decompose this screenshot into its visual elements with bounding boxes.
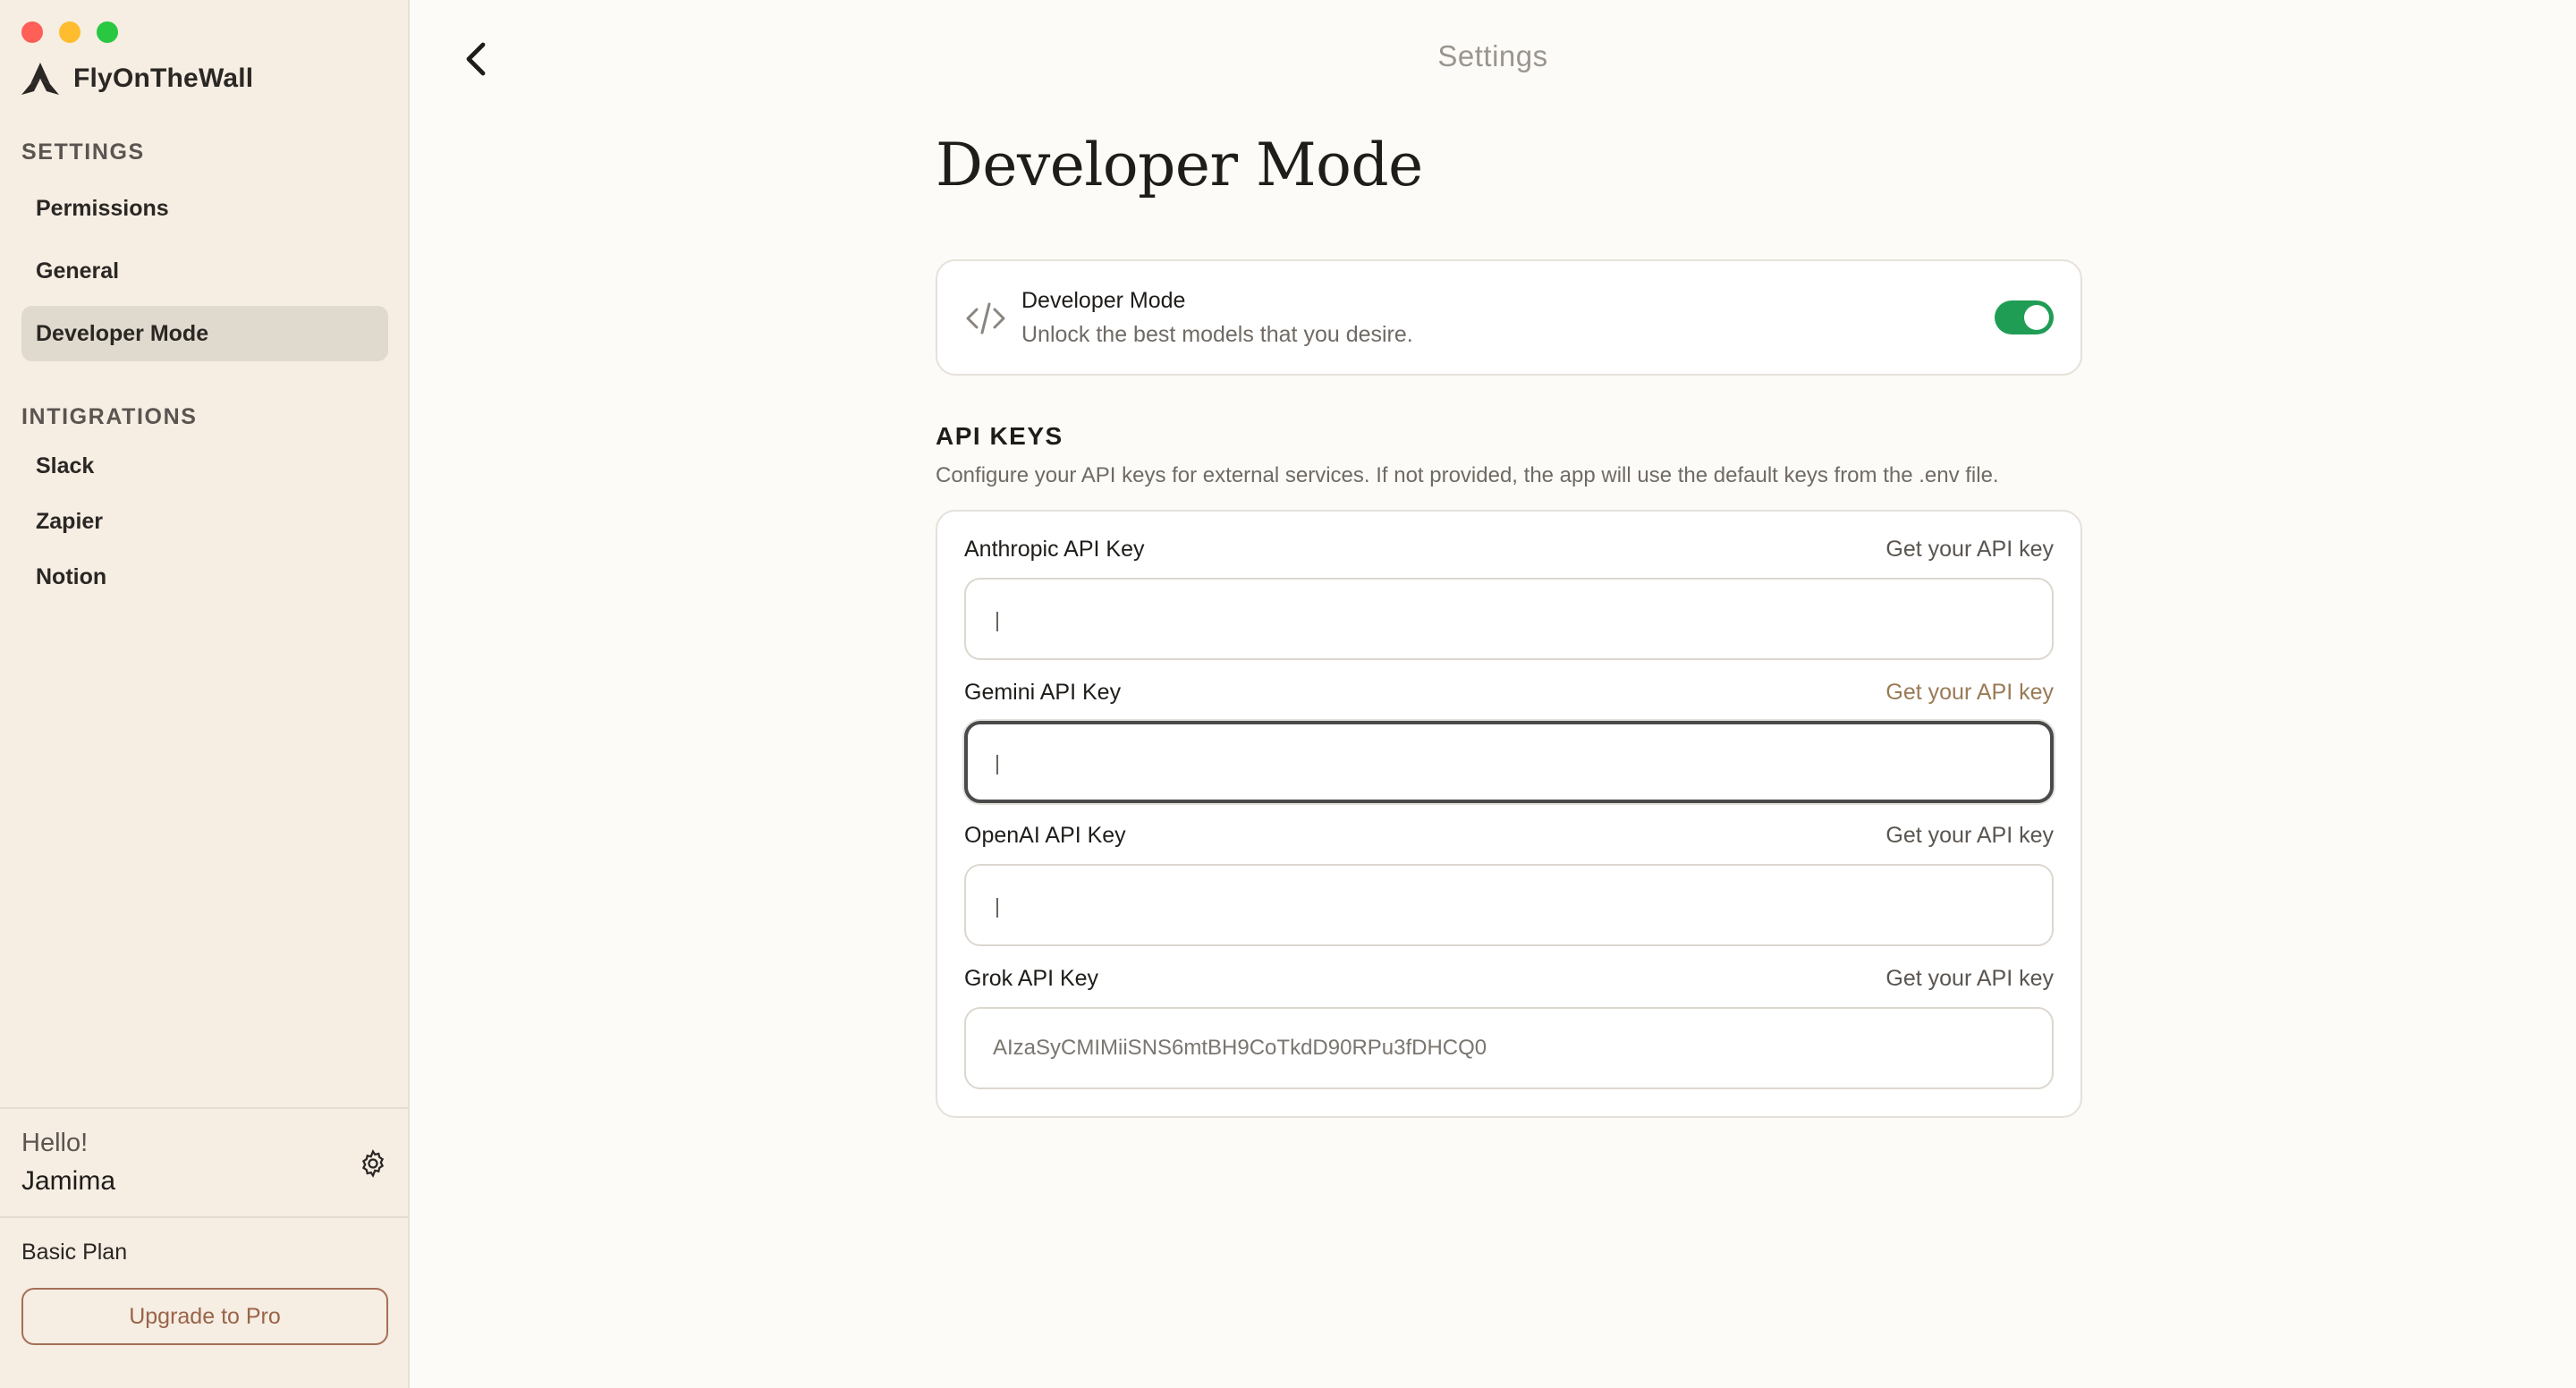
sidebar-item-notion[interactable]: Notion: [21, 549, 388, 605]
gear-icon[interactable]: [358, 1148, 388, 1179]
text-caret: [996, 898, 998, 918]
plan-label: Basic Plan: [21, 1240, 128, 1265]
sidebar-item-general[interactable]: General: [21, 243, 388, 299]
gemini-key-input[interactable]: [964, 721, 2054, 803]
grok-get-key-link[interactable]: Get your API key: [1885, 966, 2054, 992]
developer-mode-toggle[interactable]: [1995, 300, 2054, 334]
gemini-key-label: Gemini API Key: [964, 680, 1122, 705]
settings-section-label: SETTINGS: [21, 140, 145, 165]
brand: FlyOnTheWall: [20, 61, 253, 97]
window-controls: [21, 21, 118, 43]
api-keys-card: Anthropic API Key Get your API key Gemin…: [936, 510, 2082, 1118]
sidebar-item-slack[interactable]: Slack: [21, 438, 388, 494]
window-minimize-button[interactable]: [59, 21, 80, 43]
api-keys-heading: API KEYS: [936, 422, 1063, 450]
sidebar-item-zapier[interactable]: Zapier: [21, 494, 388, 549]
page-title: Developer Mode: [936, 131, 1423, 199]
window-maximize-button[interactable]: [97, 21, 118, 43]
app-window: FlyOnTheWall SETTINGS Permissions Genera…: [0, 0, 2576, 1388]
anthropic-key-input[interactable]: [964, 578, 2054, 660]
grok-key-label: Grok API Key: [964, 966, 1099, 991]
developer-mode-subtitle: Unlock the best models that you desire.: [1021, 322, 1413, 347]
developer-mode-card: Developer Mode Unlock the best models th…: [936, 259, 2082, 376]
api-keys-description: Configure your API keys for external ser…: [936, 463, 1999, 487]
sidebar-item-permissions[interactable]: Permissions: [21, 181, 388, 236]
openai-key-label: OpenAI API Key: [964, 823, 1126, 848]
openai-key-input[interactable]: [964, 864, 2054, 946]
grok-key-value: AIzaSyCMIMiiSNS6mtBH9CoTkdD90RPu3fDHCQ0: [993, 1036, 1487, 1060]
user-greeting: Hello!: [21, 1129, 89, 1157]
window-close-button[interactable]: [21, 21, 43, 43]
upgrade-button[interactable]: Upgrade to Pro: [21, 1288, 388, 1345]
anthropic-get-key-link[interactable]: Get your API key: [1885, 537, 2054, 563]
code-icon: [966, 302, 1005, 334]
user-name: Jamima: [21, 1166, 116, 1196]
anthropic-key-label: Anthropic API Key: [964, 537, 1145, 562]
gemini-get-key-link[interactable]: Get your API key: [1885, 680, 2054, 706]
openai-get-key-link[interactable]: Get your API key: [1885, 823, 2054, 849]
sidebar: FlyOnTheWall SETTINGS Permissions Genera…: [0, 0, 410, 1388]
text-caret: [996, 755, 998, 774]
developer-mode-title: Developer Mode: [1021, 288, 1186, 313]
fly-logo-icon: [21, 63, 59, 95]
text-caret: [996, 612, 998, 631]
user-block: Hello! Jamima: [0, 1107, 408, 1218]
sidebar-item-developer-mode[interactable]: Developer Mode: [21, 306, 388, 361]
header-title: Settings: [1437, 39, 1548, 72]
grok-key-input[interactable]: AIzaSyCMIMiiSNS6mtBH9CoTkdD90RPu3fDHCQ0: [964, 1007, 2054, 1089]
app-name: FlyOnTheWall: [73, 63, 254, 93]
main-content: Settings Developer Mode Developer Mode U…: [410, 0, 2576, 1388]
integrations-section-label: INTIGRATIONS: [21, 404, 198, 429]
